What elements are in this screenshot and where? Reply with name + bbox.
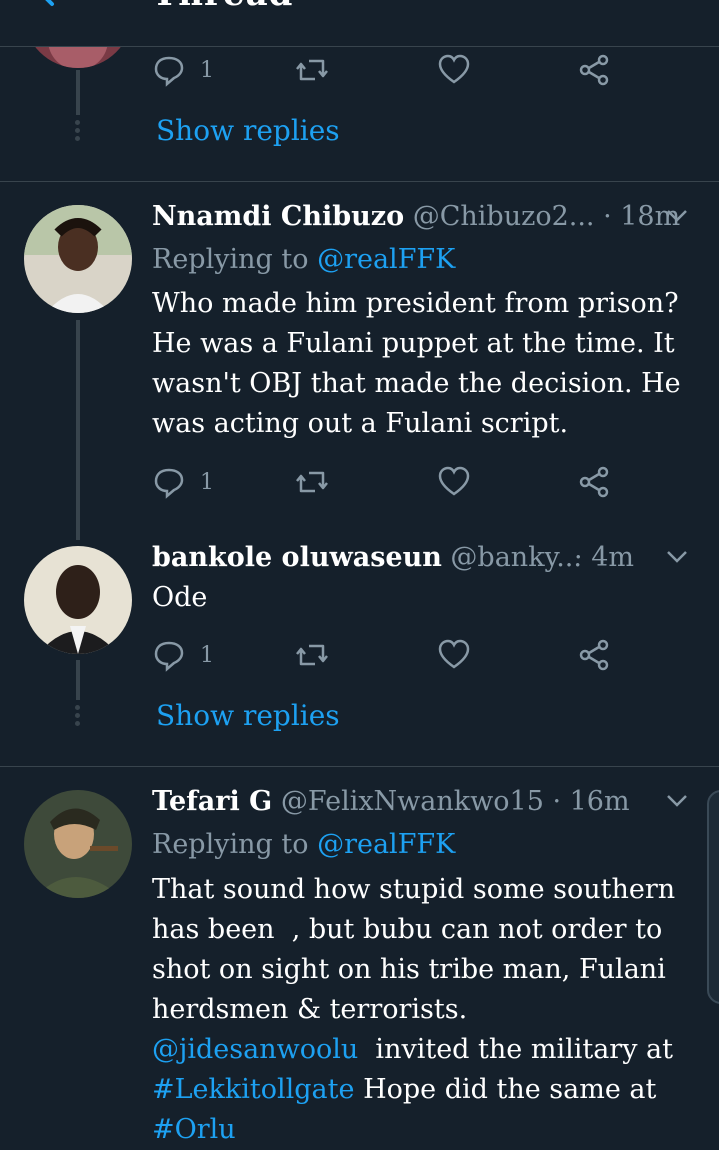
share-button[interactable]: [577, 635, 611, 675]
caret-down-icon[interactable]: [665, 789, 689, 813]
share-icon: [579, 54, 609, 86]
reply-count: 1: [200, 57, 214, 83]
thread-line: [76, 70, 80, 115]
page-title: Thread: [152, 0, 293, 14]
handle[interactable]: @Chibuzo2...: [413, 201, 595, 232]
reply-button[interactable]: 1: [152, 462, 214, 502]
tweet-text-fragment: Hope did the same at: [354, 1074, 657, 1105]
replying-to-mention[interactable]: @realFFK: [317, 829, 455, 860]
retweet-button[interactable]: [295, 635, 329, 675]
tweet-line: herdsmen & terrorists.: [152, 994, 468, 1025]
tweet-line: He was a Fulani puppet at the time. It: [152, 328, 675, 359]
thread-dots: [75, 705, 81, 729]
tweet-text: That sound how stupid some southern has …: [152, 870, 697, 1150]
retweet-button[interactable]: [295, 462, 329, 502]
caret-down-icon[interactable]: [665, 545, 689, 569]
tweet-line: Who made him president from prison?: [152, 288, 679, 319]
caret-down-icon[interactable]: [665, 204, 689, 228]
hashtag-link[interactable]: #Lekkitollgate: [152, 1074, 354, 1105]
tweet-text: Ode: [152, 582, 208, 613]
replying-to: Replying to @realFFK: [152, 243, 455, 277]
tweet-header: Nnamdi Chibuzo @Chibuzo2... · 18m: [152, 200, 689, 234]
handle[interactable]: @FelixNwankwo15: [281, 786, 544, 817]
show-replies-link[interactable]: Show replies: [156, 114, 340, 147]
share-icon: [579, 466, 609, 498]
thread-dots: [75, 120, 81, 144]
avatar[interactable]: [24, 205, 132, 313]
like-button[interactable]: [437, 635, 471, 675]
avatar[interactable]: [24, 546, 132, 654]
tweet-text: Who made him president from prison? He w…: [152, 284, 697, 444]
reply-count: 1: [200, 469, 214, 495]
tweet-line: shot on sight on his tribe man, Fulani: [152, 954, 666, 985]
reply-button[interactable]: 1: [152, 50, 214, 90]
reply-icon: [154, 468, 184, 499]
mention-link[interactable]: @jidesanwoolu: [152, 1034, 358, 1065]
thread-line: [76, 660, 80, 700]
tweet-line: wasn't OBJ that made the decision. He: [152, 368, 681, 399]
reply-button[interactable]: 1: [152, 635, 214, 675]
replying-to-mention[interactable]: @realFFK: [317, 244, 455, 275]
avatar[interactable]: [24, 790, 132, 898]
tweet-header: Tefari G @FelixNwankwo15 · 16m: [152, 785, 689, 819]
replying-prefix: Replying to: [152, 829, 309, 860]
tweet-actions: 1: [152, 50, 622, 90]
thread-line: [76, 320, 80, 540]
share-icon: [579, 639, 609, 671]
like-icon: [438, 54, 470, 84]
like-button[interactable]: [437, 462, 471, 502]
tweet-line: was acting out a Fulani script.: [152, 408, 569, 439]
replying-to: Replying to @realFFK: [152, 828, 455, 862]
tweet-actions: 1: [152, 462, 622, 502]
replying-prefix: Replying to: [152, 244, 309, 275]
display-name[interactable]: Nnamdi Chibuzo: [152, 201, 404, 232]
tweet-line: #Lekkitollgate Hope did the same at: [152, 1070, 697, 1110]
back-arrow-icon[interactable]: [30, 0, 70, 10]
header-bar: Thread: [0, 0, 719, 47]
retweet-icon: [296, 59, 328, 81]
show-replies-link[interactable]: Show replies: [156, 699, 340, 732]
tweet-text-fragment: invited the military at: [358, 1034, 673, 1065]
display-name[interactable]: bankole oluwaseun: [152, 542, 442, 573]
like-icon: [438, 466, 470, 496]
like-button[interactable]: [437, 50, 471, 90]
tweet-actions: 1: [152, 635, 622, 675]
handle[interactable]: @banky...: [450, 542, 582, 573]
reply-icon: [154, 641, 184, 672]
retweet-button[interactable]: [295, 50, 329, 90]
retweet-icon: [296, 644, 328, 666]
timestamp[interactable]: · 4m: [574, 541, 634, 575]
tweet-line: @jidesanwoolu invited the military at: [152, 1030, 697, 1070]
tweet-line: That sound how stupid some southern: [152, 874, 676, 905]
scrollbar-thumb[interactable]: [707, 790, 719, 1004]
reply-icon: [154, 56, 184, 87]
display-name[interactable]: Tefari G: [152, 786, 272, 817]
retweet-icon: [296, 471, 328, 493]
like-icon: [438, 639, 470, 669]
divider: [0, 766, 719, 767]
share-button[interactable]: [577, 50, 611, 90]
reply-count: 1: [200, 642, 214, 668]
divider: [0, 181, 719, 182]
tweet-header: bankole oluwaseun @banky... · 4m: [152, 541, 689, 575]
tweet-line: #Orlu: [152, 1110, 697, 1150]
timestamp[interactable]: · 16m: [552, 786, 629, 817]
tweet-line: has been , but bubu can not order to: [152, 914, 663, 945]
share-button[interactable]: [577, 462, 611, 502]
hashtag-link[interactable]: #Orlu: [152, 1114, 236, 1145]
